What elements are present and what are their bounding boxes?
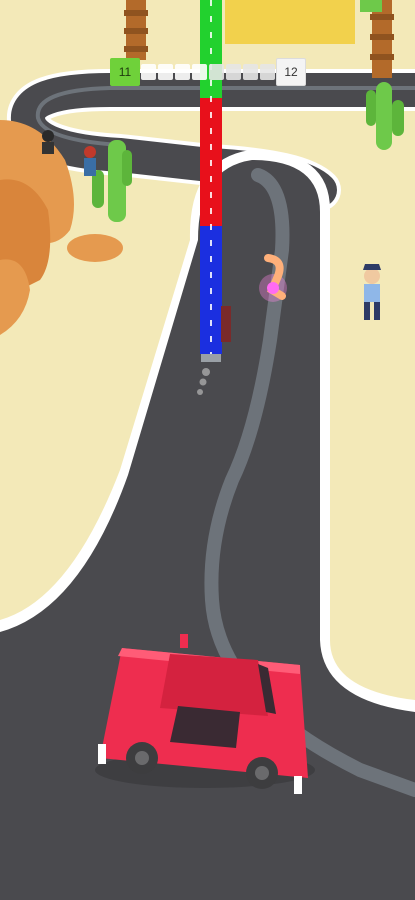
npc-bystander-2 <box>84 146 96 176</box>
tower-rider <box>221 306 231 342</box>
game-world[interactable] <box>0 0 415 900</box>
palm-tree-left <box>124 0 148 60</box>
npc-bystander-1 <box>42 130 54 154</box>
game-scene[interactable]: 11 12 <box>0 0 415 900</box>
yellow-building <box>225 0 355 44</box>
